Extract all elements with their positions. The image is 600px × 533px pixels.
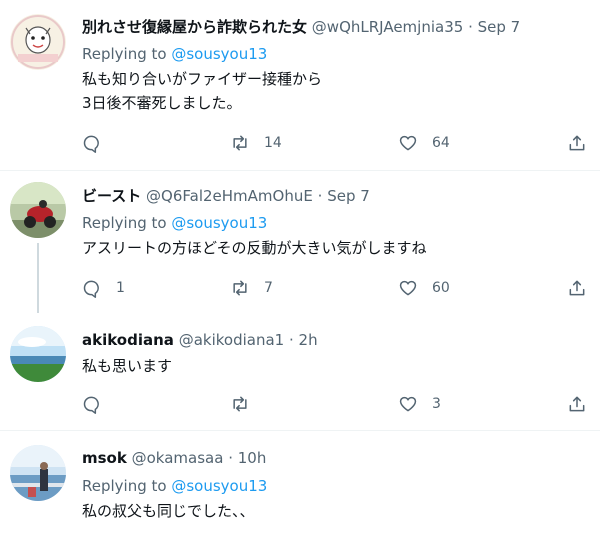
- share-icon: [569, 280, 585, 296]
- retweet-button[interactable]: 7: [230, 273, 273, 303]
- heart-icon: [399, 135, 417, 151]
- avatar[interactable]: [10, 445, 66, 501]
- tweet-text: アスリートの方ほどその反動が大きい気がしますね: [82, 236, 427, 260]
- share-button[interactable]: [567, 389, 587, 419]
- heart-icon: [399, 396, 417, 412]
- share-button[interactable]: [567, 273, 587, 303]
- timestamp[interactable]: Sep 7: [327, 187, 370, 205]
- share-icon: [569, 396, 585, 412]
- tweet-text: 私も知り合いがファイザー接種から 3日後不審死しました。: [82, 67, 322, 115]
- avatar-illustration: [10, 14, 66, 70]
- tweet-text-line: アスリートの方ほどその反動が大きい気がしますね: [82, 239, 427, 257]
- reply-count: 1: [116, 280, 125, 296]
- tweet-text: 私の叔父も同じでした、、: [82, 499, 255, 523]
- avatar[interactable]: [10, 14, 66, 70]
- tweet-2[interactable]: ビースト @Q6Fal2eHmAmOhuE · Sep 7 Replying t…: [0, 171, 600, 316]
- handle[interactable]: @Q6Fal2eHmAmOhuE: [146, 187, 313, 205]
- tweet-4[interactable]: msok @okamasaa · 10h Replying to @sousyo…: [0, 431, 600, 533]
- retweet-icon: [233, 396, 247, 412]
- like-count: 64: [432, 135, 450, 151]
- timestamp[interactable]: 10h: [238, 449, 267, 467]
- tweet-text-line: 3日後不審死しました。: [82, 94, 242, 112]
- avatar-photo: [10, 182, 66, 238]
- action-bar: 14 64: [0, 128, 600, 158]
- display-name[interactable]: 別れさせ復縁屋から詐欺られた女: [82, 18, 307, 36]
- handle[interactable]: @wQhLRJAemjnia35: [312, 18, 463, 36]
- share-icon: [569, 135, 585, 151]
- like-button[interactable]: 60: [398, 273, 450, 303]
- heart-icon: [399, 280, 417, 296]
- reply-button[interactable]: 1: [82, 273, 125, 303]
- avatar[interactable]: [10, 182, 66, 238]
- action-bar: 3: [0, 389, 600, 419]
- separator-dot: ·: [288, 331, 294, 349]
- reply-icon: [83, 280, 99, 298]
- handle[interactable]: @akikodiana1: [179, 331, 285, 349]
- share-button[interactable]: [567, 128, 587, 158]
- replying-to-label: Replying to: [82, 214, 167, 232]
- action-bar: 1 7 60: [0, 273, 600, 303]
- avatar[interactable]: [10, 326, 66, 382]
- display-name[interactable]: msok: [82, 449, 127, 467]
- separator-dot: ·: [468, 18, 473, 36]
- reply-icon: [83, 396, 99, 414]
- tweet-1[interactable]: 別れさせ復縁屋から詐欺られた女 @wQhLRJAemjnia35 · Sep 7…: [0, 0, 600, 170]
- tweet-text-line: 私も思います: [82, 357, 173, 375]
- replying-to-label: Replying to: [82, 477, 167, 495]
- retweet-button[interactable]: 14: [230, 128, 282, 158]
- like-button[interactable]: 64: [398, 128, 450, 158]
- tweet-text: 私も思います: [82, 354, 172, 378]
- retweet-count: 14: [264, 135, 282, 151]
- replying-to: Replying to @sousyou13: [82, 44, 267, 64]
- retweet-count: 7: [264, 280, 273, 296]
- avatar-photo: [10, 326, 66, 382]
- reply-icon: [83, 135, 99, 153]
- mention-link[interactable]: @sousyou13: [171, 214, 267, 232]
- mention-link[interactable]: @sousyou13: [171, 477, 267, 495]
- like-count: 3: [432, 396, 441, 412]
- mention-link[interactable]: @sousyou13: [171, 45, 267, 63]
- display-name[interactable]: akikodiana: [82, 331, 174, 349]
- retweet-icon: [233, 135, 247, 151]
- handle[interactable]: @okamasaa: [132, 449, 224, 467]
- reply-button[interactable]: [82, 128, 116, 158]
- tweet-text-line: 私の叔父も同じでした、、: [82, 502, 255, 520]
- tweet-text-line: 私も知り合いがファイザー接種から: [82, 70, 323, 88]
- avatar-photo: [10, 445, 66, 501]
- like-count: 60: [432, 280, 450, 296]
- retweet-icon: [233, 280, 247, 296]
- separator-dot: ·: [317, 187, 323, 205]
- like-button[interactable]: 3: [398, 389, 441, 419]
- timestamp[interactable]: 2h: [299, 331, 318, 349]
- separator-dot: ·: [228, 449, 233, 467]
- tweet-3[interactable]: akikodiana @akikodiana1 · 2h 私も思います 3: [0, 316, 600, 430]
- timestamp[interactable]: Sep 7: [478, 18, 521, 36]
- replying-to: Replying to @sousyou13: [82, 476, 267, 496]
- retweet-button[interactable]: [230, 389, 264, 419]
- reply-button[interactable]: [82, 389, 116, 419]
- replying-to: Replying to @sousyou13: [82, 213, 267, 233]
- display-name[interactable]: ビースト: [82, 187, 141, 205]
- replying-to-label: Replying to: [82, 45, 167, 63]
